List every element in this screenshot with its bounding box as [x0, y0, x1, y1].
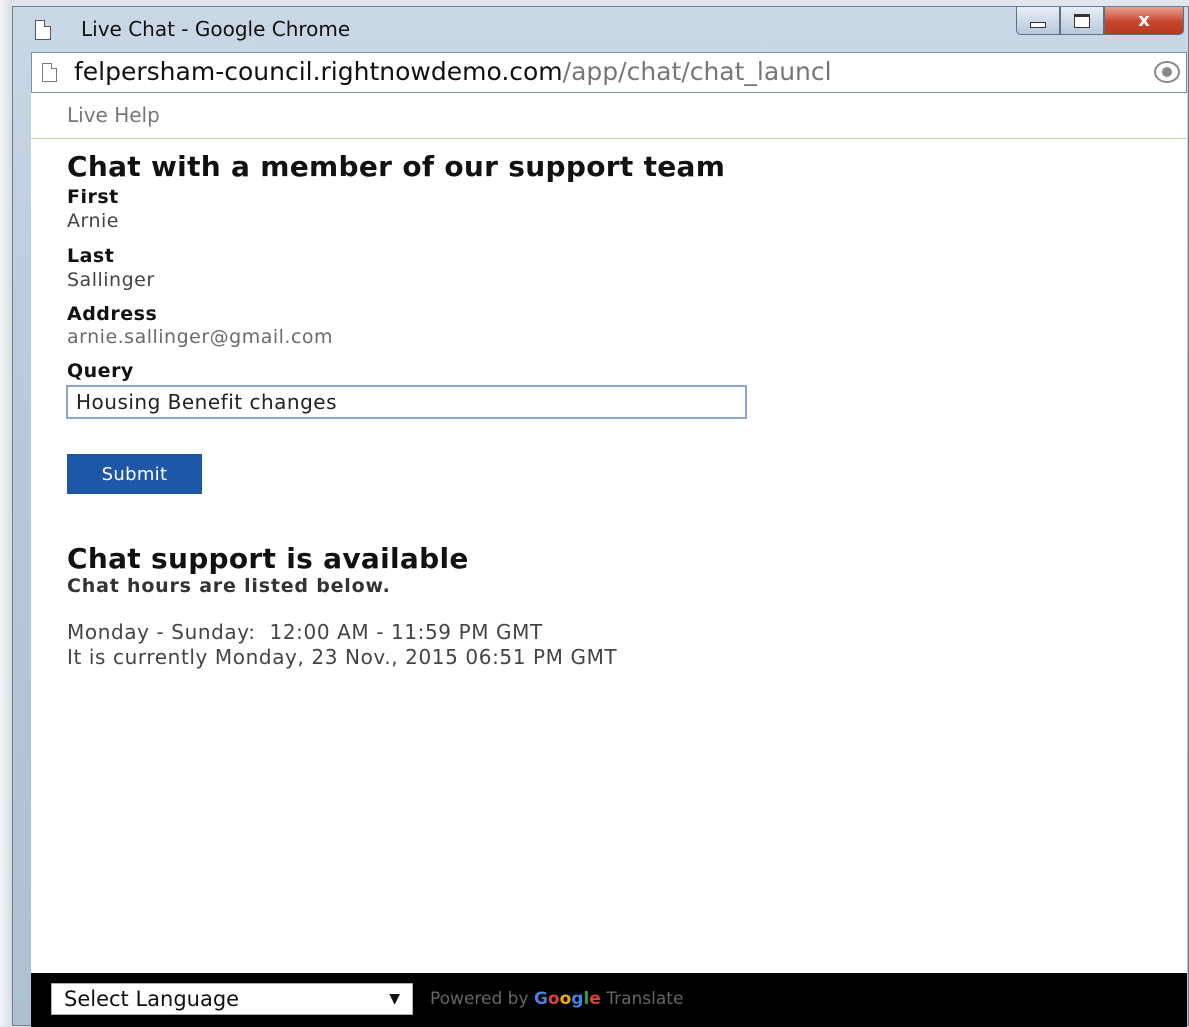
powered-by-google-translate: Powered by Google Translate — [430, 989, 683, 1009]
current-time: It is currently Monday, 23 Nov., 2015 06… — [67, 645, 618, 669]
eye-icon[interactable] — [1154, 61, 1180, 83]
close-button[interactable]: x — [1104, 7, 1184, 35]
live-help-link[interactable]: Live Help — [67, 103, 160, 127]
availability-subheading: Chat hours are listed below. — [67, 575, 391, 597]
page-title: Chat with a member of our support team — [67, 150, 726, 183]
address-bar[interactable]: felpersham-council.rightnowdemo.com/app/… — [31, 52, 1187, 93]
window-controls: x — [1016, 7, 1184, 37]
window-title: Live Chat - Google Chrome — [81, 17, 351, 41]
last-name-label: Last — [67, 245, 115, 267]
submit-button[interactable]: Submit — [67, 454, 202, 494]
address-label: Address — [67, 303, 158, 325]
url-path: /app/chat/chat_launcl — [562, 57, 832, 86]
page-icon — [35, 20, 51, 40]
powered-by-text: Powered by — [430, 989, 529, 1009]
title-bar[interactable]: Live Chat - Google Chrome x — [13, 7, 1188, 49]
desktop-edge — [0, 0, 12, 1026]
last-name-value: Sallinger — [67, 269, 155, 291]
address-value: arnie.sallinger@gmail.com — [67, 326, 334, 348]
google-logo[interactable]: Google — [534, 989, 601, 1009]
availability-heading: Chat support is available — [67, 542, 469, 575]
close-icon: x — [1138, 10, 1150, 31]
language-select-value: Select Language — [64, 987, 240, 1011]
chevron-down-icon: ▼ — [389, 991, 400, 1007]
query-input[interactable] — [66, 385, 747, 419]
translate-bar: Select Language ▼ Powered by Google Tran… — [31, 973, 1187, 1027]
minimize-button[interactable] — [1016, 7, 1060, 35]
language-select[interactable]: Select Language ▼ — [51, 983, 413, 1015]
chat-hours: Monday - Sunday: 12:00 AM - 11:59 PM GMT — [67, 620, 543, 644]
translate-text[interactable]: Translate — [606, 989, 683, 1009]
url-host: felpersham-council.rightnowdemo.com — [74, 57, 563, 86]
browser-window: Live Chat - Google Chrome x felpersham-c… — [12, 6, 1189, 1027]
first-name-label: First — [67, 186, 119, 208]
maximize-icon — [1074, 13, 1090, 28]
url-text[interactable]: felpersham-council.rightnowdemo.com/app/… — [74, 57, 1144, 86]
page-icon — [42, 63, 57, 82]
first-name-value: Arnie — [67, 210, 119, 232]
page-content: Live Help Chat with a member of our supp… — [31, 93, 1187, 1027]
maximize-button[interactable] — [1060, 7, 1104, 35]
query-label: Query — [67, 360, 134, 382]
header-divider — [31, 138, 1187, 139]
minimize-icon — [1030, 21, 1046, 28]
